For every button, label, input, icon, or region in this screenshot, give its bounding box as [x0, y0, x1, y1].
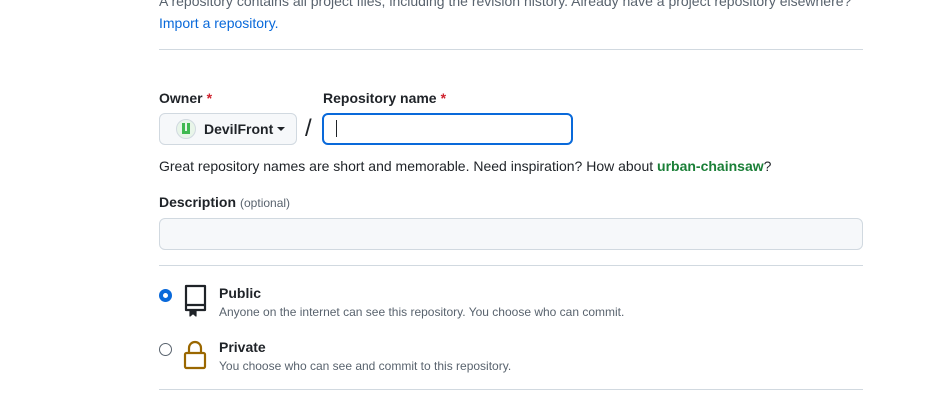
text-cursor [336, 120, 337, 137]
owner-dropdown-button[interactable]: DevilFront [159, 113, 297, 145]
visibility-public-title: Public [219, 285, 262, 301]
optional-tag: (optional) [240, 196, 291, 210]
required-mark: * [206, 90, 213, 106]
description-input[interactable] [159, 218, 863, 250]
visibility-private-radio[interactable] [159, 343, 172, 356]
required-mark: * [440, 90, 447, 106]
repository-name-input[interactable] [322, 113, 573, 145]
name-hint-text: Great repository names are short and mem… [159, 158, 658, 174]
avatar-identicon-icon [182, 123, 190, 134]
avatar [176, 119, 196, 139]
intro-text: A repository contains all project files,… [159, 0, 852, 9]
visibility-private-description: You choose who can see and commit to thi… [219, 359, 512, 373]
repo-icon [184, 284, 207, 317]
visibility-public-radio[interactable] [159, 289, 172, 302]
divider [159, 265, 863, 266]
owner-label: Owner * [159, 90, 212, 106]
visibility-private-title: Private [219, 339, 266, 355]
visibility-public-description: Anyone on the internet can see this repo… [219, 305, 625, 319]
owner-name: DevilFront [204, 121, 274, 137]
owner-repo-separator: / [305, 115, 312, 142]
import-repository-link[interactable]: Import a repository. [159, 15, 279, 31]
divider [159, 49, 863, 50]
name-hint: Great repository names are short and mem… [159, 158, 771, 174]
chevron-down-icon [277, 127, 286, 131]
description-label: Description (optional) [159, 194, 290, 210]
description-label-text: Description [159, 194, 237, 210]
lock-icon [183, 340, 207, 370]
repository-name-label-text: Repository name [323, 90, 437, 106]
owner-label-text: Owner [159, 90, 203, 106]
name-suggestion[interactable]: urban-chainsaw [657, 158, 764, 174]
divider [159, 389, 863, 390]
name-hint-suffix: ? [763, 158, 772, 174]
repository-name-label: Repository name * [323, 90, 446, 106]
